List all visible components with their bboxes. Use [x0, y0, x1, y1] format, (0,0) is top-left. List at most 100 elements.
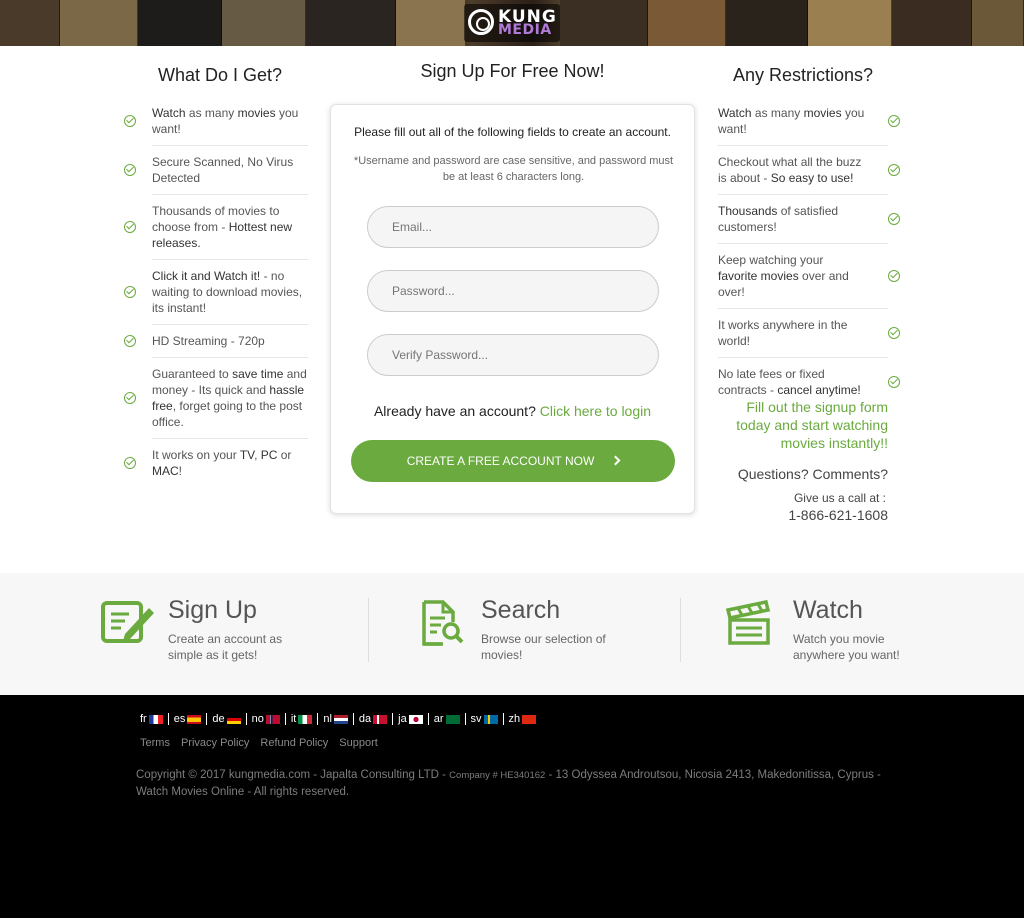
movie-poster [808, 0, 892, 46]
check-circle-icon [888, 376, 900, 388]
questions-heading: Questions? Comments? [737, 466, 888, 482]
restriction-item-text: So easy to use! [770, 171, 854, 185]
language-option-de[interactable]: de [206, 713, 245, 725]
benefit-item-text: It works on your [152, 448, 240, 462]
logo-ring-icon [468, 9, 494, 35]
phone-number[interactable]: 1-866-621-1608 [710, 507, 888, 523]
language-code: fr [140, 713, 147, 725]
restrictions-title: Any Restrictions? [732, 65, 874, 85]
restriction-item-text: movies [803, 106, 842, 120]
movie-poster [560, 0, 648, 46]
language-option-es[interactable]: es [167, 713, 207, 725]
language-option-nl[interactable]: nl [317, 713, 353, 725]
form-note: *Username and password are case sensitiv… [353, 155, 674, 183]
divider [368, 598, 369, 662]
restriction-item: Checkout what all the buzz is about - So… [718, 146, 900, 195]
flag-es-icon [187, 714, 202, 724]
benefit-item-text: Guaranteed to [152, 367, 233, 381]
movie-poster [648, 0, 726, 46]
create-account-button[interactable]: CREATE A FREE ACCOUNT NOW [351, 440, 675, 482]
language-selector: fr es de no it nl da ja ar sv zh [140, 712, 541, 726]
language-option-no[interactable]: no [245, 713, 285, 725]
restriction-item-text: Keep watching your [718, 253, 824, 267]
promo-text: Fill out the signup form today and start… [736, 399, 888, 451]
flag-se-icon [483, 714, 498, 724]
language-code: sv [470, 713, 482, 725]
language-code: de [212, 713, 225, 725]
email-input[interactable] [367, 206, 659, 248]
restrictions-list: Watch as many movies you want! Checkout w… [718, 97, 900, 406]
benefit-item-text: PC [260, 448, 278, 462]
benefit-item-text: TV [239, 448, 255, 462]
login-prompt-line: Already have an account? Click here to l… [331, 403, 694, 419]
clapperboard-icon [726, 600, 771, 645]
movie-poster [0, 0, 60, 46]
language-option-zh[interactable]: zh [502, 713, 542, 725]
flag-cn-icon [522, 714, 537, 724]
check-circle-icon [124, 392, 136, 404]
language-option-ja[interactable]: ja [392, 713, 428, 725]
copyright-text: Copyright © 2017 kungmedia.com - Japalta… [136, 767, 896, 800]
language-option-fr[interactable]: fr [140, 713, 168, 725]
benefit-item-text: MAC [152, 464, 179, 478]
benefits-list: Watch as many movies you want! Secure Sca… [124, 97, 308, 487]
password-input[interactable] [367, 270, 659, 312]
flag-jp-icon [408, 714, 423, 724]
language-option-it[interactable]: it [284, 713, 318, 725]
footer-link-terms[interactable]: Terms [140, 737, 170, 749]
check-circle-icon [124, 457, 136, 469]
benefit-item: HD Streaming - 720p [124, 325, 308, 358]
benefit-item-text: Secure Scanned, No Virus Detected [152, 155, 294, 185]
flag-fr-icon [148, 714, 163, 724]
footer-links: Terms Privacy Policy Refund Policy Support [140, 737, 389, 749]
movie-poster [60, 0, 138, 46]
check-circle-icon [124, 164, 136, 176]
flag-it-icon [298, 714, 313, 724]
check-circle-icon [888, 164, 900, 176]
language-code: nl [323, 713, 332, 725]
check-circle-icon [888, 213, 900, 225]
footer-link-refund-policy[interactable]: Refund Policy [260, 737, 328, 749]
search-doc-icon [422, 600, 464, 646]
check-circle-icon [124, 221, 136, 233]
feature-title-search: Search [481, 596, 561, 624]
movie-poster [892, 0, 972, 46]
benefit-item-text: , [254, 448, 261, 462]
movie-poster [222, 0, 306, 46]
benefit-item: Secure Scanned, No Virus Detected [124, 146, 308, 195]
create-account-label: CREATE A FREE ACCOUNT NOW [406, 454, 595, 468]
benefit-item: Thousands of movies to choose from - Hot… [124, 195, 308, 260]
movie-poster [396, 0, 466, 46]
footer-link-privacy-policy[interactable]: Privacy Policy [181, 737, 249, 749]
chevron-right-icon [610, 455, 621, 466]
benefit-item: Click it and Watch it! - no waiting to d… [124, 260, 308, 325]
restriction-item-text: favorite movies [718, 269, 799, 283]
language-code: zh [508, 713, 521, 725]
benefit-item-text: Watch [152, 106, 186, 120]
restriction-item: Watch as many movies you want! [718, 97, 900, 146]
login-link[interactable]: Click here to login [540, 403, 651, 419]
feature-title-signup: Sign Up [168, 596, 257, 624]
benefit-item-text: movies [237, 106, 276, 120]
restriction-item-text: It works anywhere in the world! [718, 318, 848, 348]
feature-desc-signup: Create an account as simple as it gets! [168, 632, 283, 662]
language-option-ar[interactable]: ar [427, 713, 465, 725]
feature-title-watch: Watch [793, 596, 863, 624]
language-code: no [251, 713, 264, 725]
benefit-item-text: ! [178, 464, 183, 478]
benefit-item-text: save time [232, 367, 284, 381]
flag-no-icon [265, 714, 280, 724]
check-circle-icon [888, 115, 900, 127]
language-option-da[interactable]: da [352, 713, 392, 725]
benefit-item-text: , forget going to the post office. [152, 399, 303, 429]
footer-link-support[interactable]: Support [339, 737, 378, 749]
benefit-item: Guaranteed to save time and money - Its … [124, 358, 308, 439]
movie-poster [972, 0, 1024, 46]
movie-poster [138, 0, 222, 46]
language-code: ja [398, 713, 407, 725]
language-option-sv[interactable]: sv [464, 713, 503, 725]
language-code: it [290, 713, 297, 725]
benefit-item-text: as many [185, 106, 238, 120]
header-banner: KUNG MEDIA [0, 0, 1024, 46]
verify-password-input[interactable] [367, 334, 659, 376]
